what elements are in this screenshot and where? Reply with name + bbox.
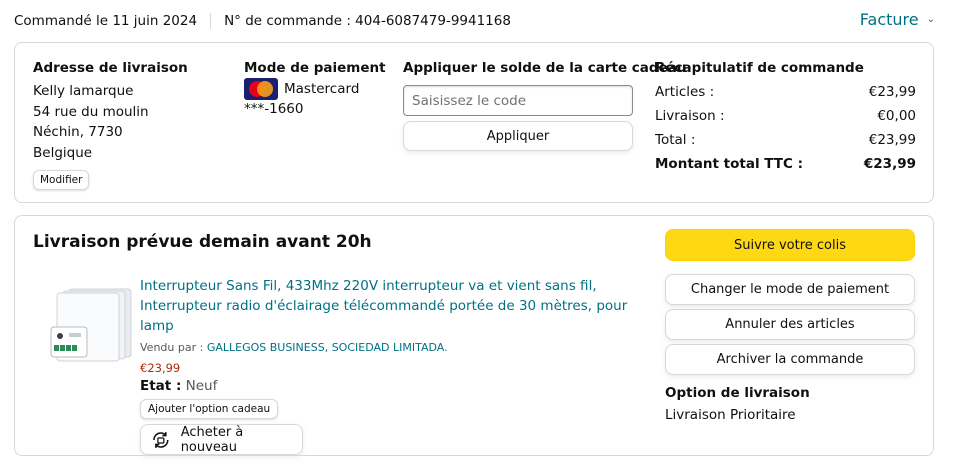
summary-label: Total : [655,132,696,148]
product-price: €23,99 [140,361,181,375]
buy-again-icon [153,431,169,448]
product-image[interactable] [47,283,137,378]
order-details-card: Adresse de livraison Kelly lamarque 54 r… [14,42,934,203]
summary-row-grand-total: Montant total TTC : €23,99 [655,152,916,176]
order-summary-section: Récapitulatif de commande Articles : €23… [655,60,916,176]
summary-value: €23,99 [863,156,916,172]
card-number: ***-1660 [244,101,304,117]
payment-method-section: Mode de paiement Mastercard ***-1660 [244,60,386,117]
order-number: N° de commande : 404-6087479-9941168 [224,13,511,29]
address-line: Belgique [33,144,93,161]
invoice-dropdown[interactable]: Facture ⌄ [860,10,935,29]
seller-prefix: Vendu par : [140,341,207,354]
shipping-address-title: Adresse de livraison [33,60,188,76]
cancel-items-button[interactable]: Annuler des articles [665,309,915,340]
shipping-option-value: Livraison Prioritaire [665,407,796,423]
order-actions: Suivre votre colis Changer le mode de pa… [665,229,915,423]
buy-again-label: Acheter à nouveau [180,424,244,455]
order-summary-title: Récapitulatif de commande [655,60,864,76]
address-line: Kelly lamarque [33,83,134,99]
address-line: Néchin, 7730 [33,124,123,140]
payment-method-title: Mode de paiement [244,60,386,76]
summary-value: €0,00 [877,108,916,124]
payment-card-row: Mastercard [244,78,386,100]
invoice-label: Facture [859,10,919,29]
change-payment-button[interactable]: Changer le mode de paiement [665,274,915,305]
seller-name-link[interactable]: GALLEGOS BUSINESS, SOCIEDAD LIMITADA. [207,341,448,354]
summary-row-total: Total : €23,99 [655,128,916,152]
track-package-button[interactable]: Suivre votre colis [665,229,915,261]
shipping-address-lines: Kelly lamarque 54 rue du moulin Néchin, … [33,81,188,163]
summary-value: €23,99 [868,84,916,100]
gift-card-section: Appliquer le solde de la carte cadeau Ap… [403,60,686,151]
order-date: Commandé le 11 juin 2024 [14,13,198,29]
summary-row-items: Articles : €23,99 [655,80,916,104]
product-title-link[interactable]: Interrupteur Sans Fil, 433Mhz 220V inter… [140,276,640,336]
header-divider [210,13,212,29]
edit-address-button[interactable]: Modifier [33,170,90,190]
archive-order-button[interactable]: Archiver la commande [665,344,915,375]
summary-row-shipping: Livraison : €0,00 [655,104,916,128]
summary-label: Montant total TTC : [655,156,803,172]
summary-label: Livraison : [655,108,725,124]
apply-gift-card-button[interactable]: Appliquer [403,121,633,151]
buy-again-button[interactable]: Acheter à nouveau [140,424,303,455]
seller-line: Vendu par : GALLEGOS BUSINESS, SOCIEDAD … [140,341,640,354]
condition-label: Etat : [140,378,182,394]
condition-value: Neuf [185,378,218,394]
gift-code-input[interactable] [403,85,633,116]
chevron-down-icon: ⌄ [926,14,935,25]
delivery-card: Livraison prévue demain avant 20h Interr… [14,215,934,456]
shipping-address-section: Adresse de livraison Kelly lamarque 54 r… [33,60,188,190]
summary-value: €23,99 [868,132,916,148]
summary-label: Articles : [655,84,715,100]
shipping-option-title: Option de livraison [665,385,810,401]
product-info: Interrupteur Sans Fil, 433Mhz 220V inter… [140,276,640,455]
delivery-title: Livraison prévue demain avant 20h [33,232,372,252]
order-header: Commandé le 11 juin 2024 N° de commande … [14,10,935,32]
address-line: 54 rue du moulin [33,103,149,120]
order-summary-rows: Articles : €23,99 Livraison : €0,00 Tota… [655,80,916,176]
card-brand: Mastercard [284,81,360,97]
product-condition: Etat : Neuf [140,378,640,394]
mastercard-icon [244,78,278,100]
add-gift-option-button[interactable]: Ajouter l'option cadeau [140,399,279,419]
gift-card-title: Appliquer le solde de la carte cadeau [403,60,687,76]
